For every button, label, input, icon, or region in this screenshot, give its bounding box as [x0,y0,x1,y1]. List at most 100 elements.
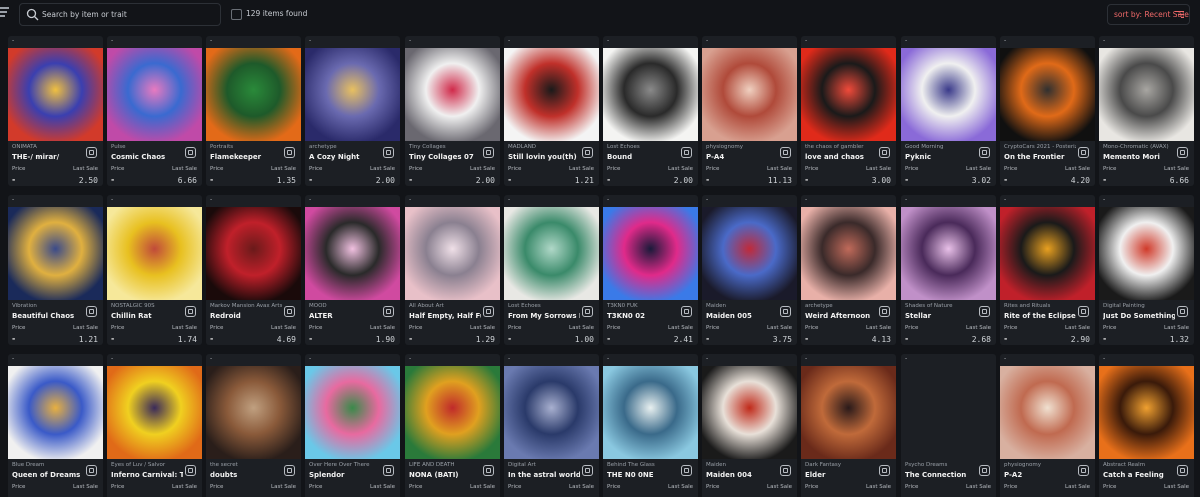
item-name[interactable]: A Cozy Night [309,153,381,161]
bag-icon[interactable] [681,306,692,317]
nft-image[interactable] [504,48,599,141]
bag-icon[interactable] [86,465,97,476]
nft-card[interactable]: - MADLAND Still lovin you(th) Price Last… [504,36,599,186]
collection-name[interactable]: Eyes of Luv / Salvor [111,462,183,468]
item-name[interactable]: Splendor [309,471,381,479]
nft-image[interactable] [305,48,400,141]
nft-image[interactable] [206,207,301,300]
bag-icon[interactable] [1078,465,1089,476]
item-name[interactable]: Cosmic Chaos [111,153,183,161]
nft-card[interactable]: - Lost Echoes Bound Price Last Sale - 2.… [603,36,698,186]
item-name[interactable]: Flamekeeper [210,153,282,161]
item-name[interactable]: Elder [805,471,877,479]
nft-image[interactable] [107,366,202,459]
sort-dropdown[interactable]: sort by: Recent Sale [1107,4,1190,25]
bag-icon[interactable] [879,306,890,317]
nft-card[interactable]: - ONIMATA THE-/ mirar/ Price Last Sale -… [8,36,103,186]
bag-icon[interactable] [979,147,990,158]
nft-card[interactable]: - Tiny Collages Tiny Collages 07 Price L… [405,36,500,186]
bag-icon[interactable] [1177,465,1188,476]
bag-icon[interactable] [185,147,196,158]
nft-image[interactable] [702,366,797,459]
nft-card[interactable]: - the chaos of gambler love and chaos Pr… [801,36,896,186]
item-name[interactable]: From My Sorrows I Blo... [508,312,580,320]
nft-card[interactable]: - the secret doubts Price Last Sale - [206,354,301,497]
bag-icon[interactable] [383,147,394,158]
nft-image[interactable] [1099,48,1194,141]
collection-name[interactable]: Over Here Over There [309,462,381,468]
collection-name[interactable]: physiognomy [1004,462,1076,468]
filter-checkbox[interactable] [231,9,242,20]
nft-card[interactable]: - Digital Art In the astral world Price … [504,354,599,497]
nft-card[interactable]: - Behind The Glass THE N0 0NE Price Last… [603,354,698,497]
nft-card[interactable]: - Over Here Over There Splendor Price La… [305,354,400,497]
bag-icon[interactable] [383,465,394,476]
bag-icon[interactable] [979,465,990,476]
nft-image[interactable] [405,366,500,459]
nft-card[interactable]: - Shades of Nature Stellar Price Last Sa… [901,195,996,345]
nft-card[interactable]: - Blue Dream Queen of Dreams Price Last … [8,354,103,497]
nft-card[interactable]: - Vibration Beautiful Chaos Price Last S… [8,195,103,345]
bag-icon[interactable] [483,147,494,158]
nft-image[interactable] [405,48,500,141]
item-name[interactable]: On the Frontier [1004,153,1076,161]
collection-name[interactable]: Digital Painting [1103,303,1175,309]
collection-name[interactable]: the secret [210,462,282,468]
item-name[interactable]: Stellar [905,312,977,320]
nft-card[interactable]: - Pulse Cosmic Chaos Price Last Sale - 6… [107,36,202,186]
collection-name[interactable]: LIFE AND DEATH [409,462,481,468]
nft-image[interactable] [8,207,103,300]
collection-name[interactable]: MOOD [309,303,381,309]
item-name[interactable]: Still lovin you(th) [508,153,580,161]
nft-card[interactable]: - Lost Echoes From My Sorrows I Blo... P… [504,195,599,345]
nft-image[interactable] [603,48,698,141]
item-name[interactable]: ALTER [309,312,381,320]
bag-icon[interactable] [284,306,295,317]
nft-image[interactable] [504,207,599,300]
bag-icon[interactable] [681,465,692,476]
nft-card[interactable]: - physiognomy P-A4 Price Last Sale - 11.… [702,36,797,186]
nft-image[interactable] [603,366,698,459]
item-name[interactable]: Catch a Feeling [1103,471,1175,479]
nft-image[interactable] [8,366,103,459]
collection-name[interactable]: Lost Echoes [607,144,679,150]
nft-image[interactable] [206,48,301,141]
nft-card[interactable]: - Digital Painting Just Do Something Pri… [1099,195,1194,345]
collection-name[interactable]: MADLAND [508,144,580,150]
item-name[interactable]: Memento Mori [1103,153,1175,161]
item-name[interactable]: Beautiful Chaos [12,312,84,320]
item-name[interactable]: Inferno Carnival: The B... [111,471,183,479]
collection-name[interactable]: Rites and Rituals [1004,303,1076,309]
bag-icon[interactable] [483,306,494,317]
nft-card[interactable]: - Eyes of Luv / Salvor Inferno Carnival:… [107,354,202,497]
nft-card[interactable]: - archetype A Cozy Night Price Last Sale… [305,36,400,186]
item-name[interactable]: Maiden 005 [706,312,778,320]
nft-image[interactable] [1099,366,1194,459]
item-name[interactable]: Rite of the Eclipse [1004,312,1076,320]
nft-image[interactable] [504,366,599,459]
collection-name[interactable]: CryptoCars 2021 - Posterized [1004,144,1076,150]
nft-image[interactable] [8,48,103,141]
nft-image[interactable] [901,366,996,459]
nft-card[interactable]: - Maiden Maiden 004 Price Last Sale - [702,354,797,497]
bag-icon[interactable] [1078,306,1089,317]
bag-icon[interactable] [879,465,890,476]
collection-name[interactable]: All About Art [409,303,481,309]
filter-toggle-icon[interactable] [0,7,14,23]
item-name[interactable]: doubts [210,471,282,479]
nft-card[interactable]: - All About Art Half Empty, Half Full ! … [405,195,500,345]
item-name[interactable]: Redroid [210,312,282,320]
bag-icon[interactable] [483,465,494,476]
bag-icon[interactable] [1177,306,1188,317]
bag-icon[interactable] [582,465,593,476]
nft-card[interactable]: - CryptoCars 2021 - Posterized On the Fr… [1000,36,1095,186]
bag-icon[interactable] [780,465,791,476]
collection-name[interactable]: Dark Fantasy [805,462,877,468]
collection-name[interactable]: physiognomy [706,144,778,150]
bag-icon[interactable] [681,147,692,158]
collection-name[interactable]: the chaos of gambler [805,144,877,150]
collection-name[interactable]: Tiny Collages [409,144,481,150]
collection-name[interactable]: Abstract Realm [1103,462,1175,468]
nft-card[interactable]: - Abstract Realm Catch a Feeling Price L… [1099,354,1194,497]
item-name[interactable]: P-A4 [706,153,778,161]
